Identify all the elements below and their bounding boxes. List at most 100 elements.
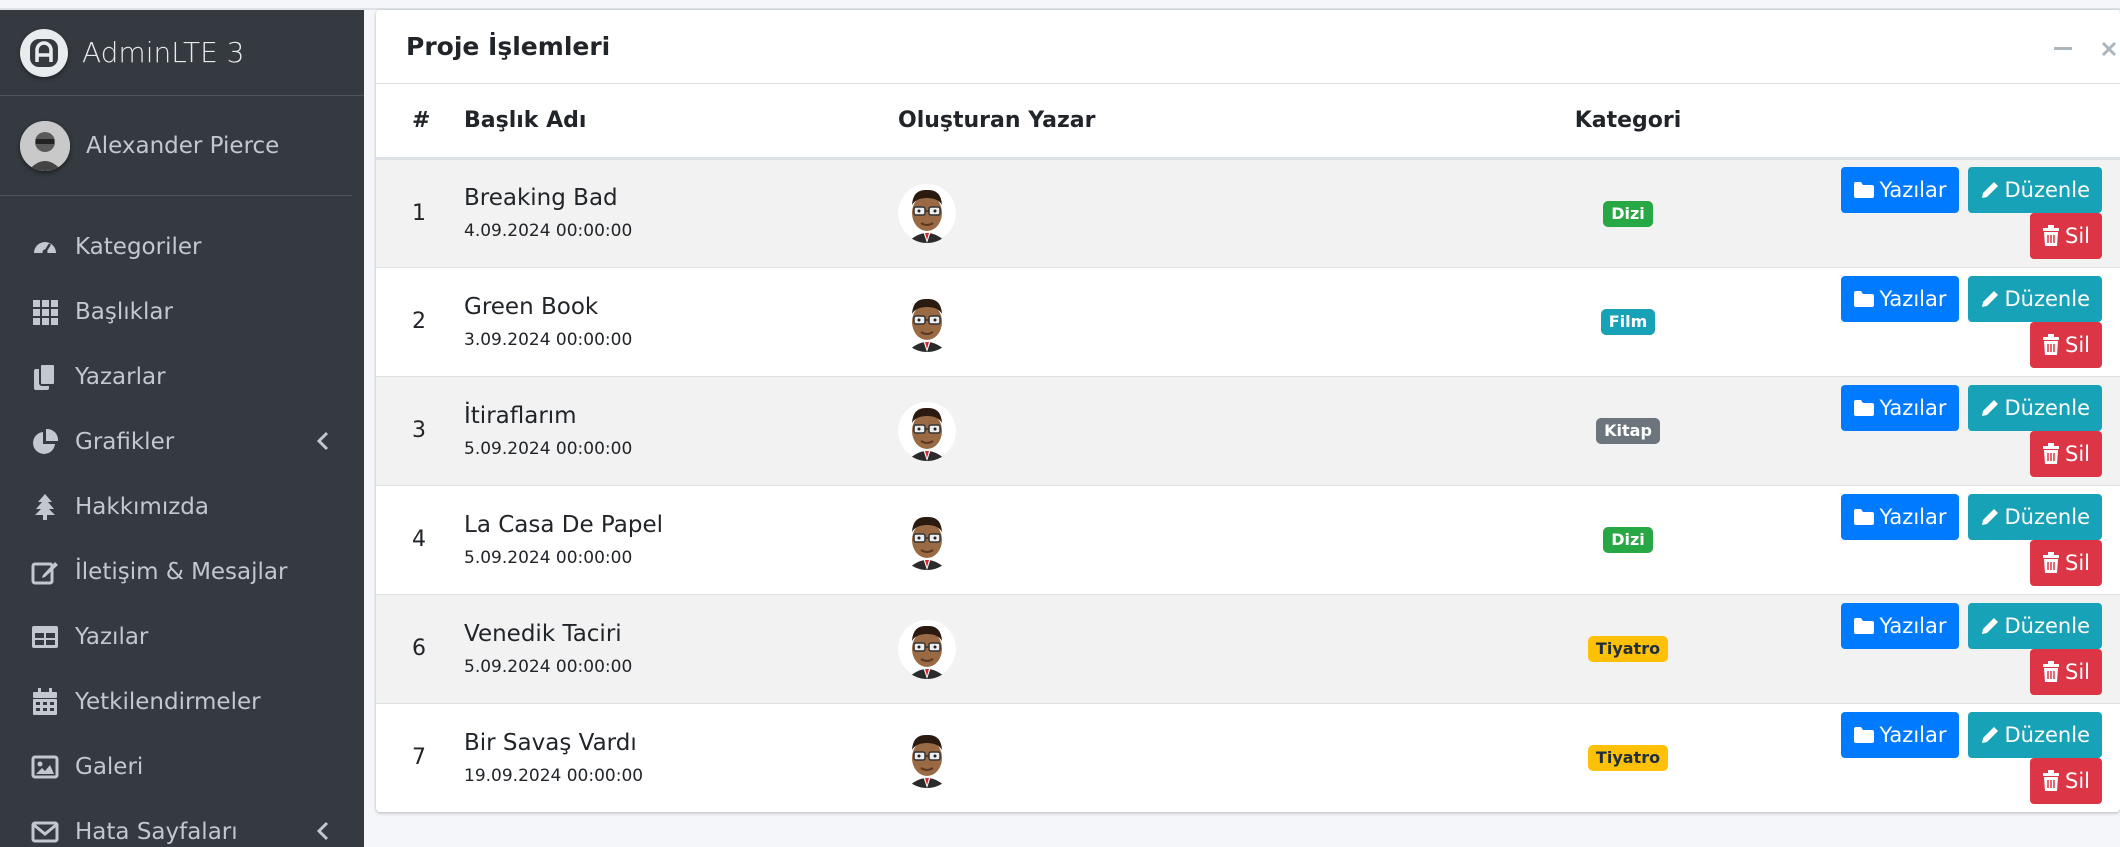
grid-icon <box>30 297 60 327</box>
row-actions: Yazılar Düzenle Sil <box>1838 484 2120 594</box>
trash-icon <box>2043 769 2059 791</box>
posts-button[interactable]: Yazılar <box>1840 493 1959 540</box>
category-badge: Dizi <box>1603 200 1653 227</box>
sidebar-item-iletisim[interactable]: İletişim & Mesajlar <box>0 539 364 604</box>
posts-button-label: Yazılar <box>1879 286 1947 311</box>
row-title[interactable]: Venedik Taciri <box>464 621 898 647</box>
posts-button-label: Yazılar <box>1879 613 1947 638</box>
sidebar-item-label: Kategoriler <box>75 233 202 260</box>
row-category-cell: Kitap <box>1418 375 1838 485</box>
row-author-cell <box>898 593 1418 703</box>
row-title-cell: Breaking Bad 4.09.2024 00:00:00 <box>464 157 898 267</box>
delete-button-label: Sil <box>2065 550 2090 575</box>
row-category-cell: Dizi <box>1418 484 1838 594</box>
edit-button[interactable]: Düzenle <box>1967 602 2102 649</box>
edit-button-label: Düzenle <box>2004 722 2091 747</box>
sidebar-item-label: Hakkımızda <box>75 493 209 520</box>
user-name: Alexander Pierce <box>86 132 280 159</box>
edit-button-label: Düzenle <box>2004 178 2091 202</box>
row-title[interactable]: La Casa De Papel <box>464 512 898 538</box>
row-date: 5.09.2024 00:00:00 <box>464 438 633 459</box>
row-number: 1 <box>376 157 464 267</box>
row-author-cell <box>898 484 1418 594</box>
row-number: 3 <box>376 375 464 485</box>
delete-button-label: Sil <box>2065 224 2090 248</box>
row-title[interactable]: İtiraflarım <box>464 403 898 429</box>
pencil-icon <box>1981 182 1998 198</box>
row-category-cell: Tiyatro <box>1418 702 1838 812</box>
row-actions: Yazılar Düzenle Sil <box>1838 702 2120 812</box>
row-title[interactable]: Green Book <box>464 294 898 320</box>
row-actions: Yazılar Düzenle Sil <box>1838 157 2120 267</box>
card-header: Proje İşlemleri <box>376 10 2120 84</box>
sidebar-item-hata-sayfalari[interactable]: Hata Sayfaları <box>0 799 364 847</box>
sidebar-item-basliklar[interactable]: Başlıklar <box>0 279 364 344</box>
sidebar-item-hakkimizda[interactable]: Hakkımızda <box>0 474 364 539</box>
table-icon <box>30 622 60 652</box>
row-title-cell: Bir Savaş Vardı 19.09.2024 00:00:00 <box>464 702 898 812</box>
table-row: 3 İtiraflarım 5.09.2024 00:00:00 Kitap Y… <box>376 375 2120 485</box>
posts-button-label: Yazılar <box>1879 178 1947 202</box>
posts-button[interactable]: Yazılar <box>1840 384 1959 431</box>
posts-button-label: Yazılar <box>1879 395 1947 420</box>
edit-button[interactable]: Düzenle <box>1967 384 2102 431</box>
edit-button[interactable]: Düzenle <box>1967 493 2102 540</box>
folder-icon <box>1853 726 1874 743</box>
edit-button[interactable]: Düzenle <box>1967 275 2102 322</box>
sidebar-item-label: Grafikler <box>75 428 175 455</box>
user-panel[interactable]: Alexander Pierce <box>0 96 352 196</box>
sidebar-item-label: Başlıklar <box>75 298 173 325</box>
sidebar-item-yazilar[interactable]: Yazılar <box>0 604 364 669</box>
author-avatar <box>898 183 956 243</box>
edit-button[interactable]: Düzenle <box>1967 711 2102 758</box>
column-header-actions <box>1838 84 2120 160</box>
table-header-row: # Başlık Adı Oluşturan Yazar Kategori <box>376 84 2120 160</box>
row-author-cell <box>898 702 1418 812</box>
brand-link[interactable]: AdminLTE 3 <box>0 10 364 96</box>
calendar-icon <box>30 687 60 717</box>
folder-icon <box>1853 182 1874 198</box>
delete-button[interactable]: Sil <box>2030 430 2102 477</box>
brand-logo-icon <box>20 28 68 77</box>
sidebar-item-label: Yazarlar <box>75 363 166 390</box>
posts-button[interactable]: Yazılar <box>1840 602 1959 649</box>
sidebar-item-yetkilendirmeler[interactable]: Yetkilendirmeler <box>0 669 364 734</box>
author-avatar <box>898 292 956 352</box>
envelope-icon <box>30 817 60 847</box>
row-title-cell: Green Book 3.09.2024 00:00:00 <box>464 266 898 376</box>
delete-button[interactable]: Sil <box>2030 321 2102 368</box>
posts-button[interactable]: Yazılar <box>1840 275 1959 322</box>
sidebar-nav: Kategoriler Başlıklar Yazarlar Grafikler… <box>0 214 364 847</box>
close-icon[interactable] <box>2098 38 2120 60</box>
chevron-left-icon <box>316 821 330 845</box>
edit-button[interactable]: Düzenle <box>1967 167 2102 213</box>
sidebar-item-grafikler[interactable]: Grafikler <box>0 409 364 474</box>
projects-table: # Başlık Adı Oluşturan Yazar Kategori 1 … <box>376 84 2120 812</box>
delete-button[interactable]: Sil <box>2030 539 2102 586</box>
sidebar-item-label: Yetkilendirmeler <box>75 688 261 715</box>
delete-button[interactable]: Sil <box>2030 757 2102 804</box>
chevron-left-icon <box>316 431 330 455</box>
posts-button[interactable]: Yazılar <box>1840 711 1959 758</box>
pencil-icon <box>1981 726 1998 743</box>
sidebar-item-galeri[interactable]: Galeri <box>0 734 364 799</box>
card-tools <box>2052 38 2120 60</box>
trash-icon <box>2043 442 2059 464</box>
column-header-category: Kategori <box>1418 84 1838 160</box>
column-header-title: Başlık Adı <box>464 84 898 160</box>
pencil-icon <box>1981 290 1998 307</box>
trash-icon <box>2043 333 2059 355</box>
sidebar-item-kategoriler[interactable]: Kategoriler <box>0 214 364 279</box>
edit-button-label: Düzenle <box>2004 613 2091 638</box>
collapse-icon[interactable] <box>2052 38 2074 60</box>
pencil-icon <box>1981 399 1998 416</box>
row-title[interactable]: Bir Savaş Vardı <box>464 730 898 756</box>
posts-button[interactable]: Yazılar <box>1840 167 1959 213</box>
row-title[interactable]: Breaking Bad <box>464 185 898 211</box>
column-header-author: Oluşturan Yazar <box>898 84 1418 160</box>
posts-button-label: Yazılar <box>1879 504 1947 529</box>
sidebar-item-yazarlar[interactable]: Yazarlar <box>0 344 364 409</box>
delete-button[interactable]: Sil <box>2030 213 2102 259</box>
card-title: Proje İşlemleri <box>406 32 611 61</box>
delete-button[interactable]: Sil <box>2030 648 2102 695</box>
